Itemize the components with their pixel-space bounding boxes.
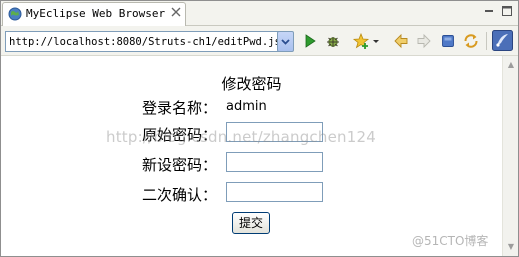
scroll-down-icon[interactable]: ▼ — [504, 239, 518, 255]
login-name-label: 登录名称： — [141, 99, 217, 117]
editor-icon[interactable] — [492, 30, 513, 51]
forward-icon[interactable] — [415, 32, 433, 50]
url-bar — [5, 31, 279, 52]
minimize-icon[interactable] — [483, 5, 495, 17]
scroll-up-icon[interactable]: ▲ — [504, 57, 518, 73]
new-password-field[interactable] — [226, 152, 323, 172]
browser-toolbar — [1, 26, 518, 56]
login-name-value: admin — [226, 99, 267, 114]
page-content: 修改密码 登录名称： admin 原始密码： 新设密码： 二次确认： 提交 — [1, 56, 502, 256]
favorites-dropdown-icon[interactable] — [371, 32, 381, 50]
stop-icon[interactable] — [439, 32, 457, 50]
browser-tab[interactable]: MyEclipse Web Browser — [2, 2, 186, 26]
vertical-scrollbar[interactable]: ▲ ▼ — [502, 56, 518, 256]
globe-icon — [8, 7, 22, 21]
tab-title: MyEclipse Web Browser — [26, 7, 166, 20]
close-icon[interactable] — [170, 7, 182, 19]
favorites-icon[interactable] — [352, 32, 370, 50]
confirm-password-field[interactable] — [226, 182, 323, 202]
tab-bar: MyEclipse Web Browser — [1, 1, 518, 26]
url-input[interactable] — [7, 32, 277, 51]
url-dropdown-button[interactable] — [277, 31, 294, 52]
refresh-icon[interactable] — [462, 32, 480, 50]
back-icon[interactable] — [392, 32, 410, 50]
maximize-icon[interactable] — [501, 5, 513, 17]
chevron-down-icon — [281, 39, 290, 45]
site-watermark: @51CTO博客 — [412, 234, 489, 248]
page-title: 修改密码 — [221, 75, 282, 93]
go-icon[interactable] — [301, 32, 319, 50]
toolbar-separator — [486, 32, 487, 50]
submit-button[interactable]: 提交 — [232, 212, 270, 234]
new-password-label: 新设密码： — [141, 156, 217, 174]
confirm-password-label: 二次确认： — [141, 186, 217, 204]
debug-icon[interactable] — [324, 32, 342, 50]
blog-watermark: http://blog.csdn.net/zhangchen124 — [106, 128, 376, 146]
